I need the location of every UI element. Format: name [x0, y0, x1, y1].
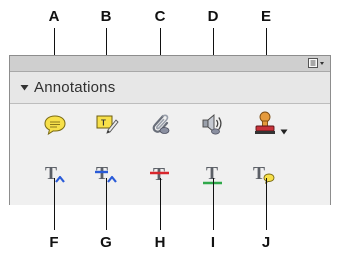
collapse-triangle-icon[interactable]	[19, 83, 29, 93]
stamp-dropdown-icon[interactable]	[280, 122, 288, 135]
svg-text:T: T	[206, 163, 218, 183]
callout-c: C	[154, 8, 166, 25]
callout-j: J	[261, 234, 271, 251]
panel-title: Annotations	[34, 79, 116, 96]
replace-text-icon[interactable]: T	[94, 161, 120, 187]
svg-text:T: T	[101, 119, 106, 128]
sticky-note-icon[interactable]	[42, 112, 68, 138]
add-note-to-text-icon[interactable]: T	[252, 161, 278, 187]
text-edits-icon[interactable]: T	[94, 111, 120, 137]
leader-g	[106, 178, 107, 230]
callout-e: E	[260, 8, 271, 25]
record-audio-icon[interactable]	[200, 111, 226, 137]
callout-f: F	[49, 234, 59, 251]
insert-text-icon[interactable]: T	[42, 161, 68, 187]
stamp-icon[interactable]	[252, 110, 278, 136]
svg-text:T: T	[253, 163, 265, 183]
panel-top-bar	[10, 56, 330, 72]
annotations-figure: A B C D E Annotations T T T T F G H I J	[0, 0, 342, 257]
callout-i: I	[210, 234, 216, 251]
callout-g: G	[100, 234, 112, 251]
attach-file-icon[interactable]	[147, 111, 173, 137]
leader-h	[160, 178, 161, 230]
leader-j	[266, 178, 267, 230]
leader-i	[213, 178, 214, 230]
callout-d: D	[207, 8, 219, 25]
callout-a: A	[48, 8, 60, 25]
leader-f	[54, 178, 55, 230]
panel-options-icon[interactable]	[308, 58, 326, 69]
annotations-panel: Annotations T T T T	[9, 55, 331, 205]
annotations-header[interactable]: Annotations	[10, 72, 330, 104]
svg-text:T: T	[45, 163, 57, 183]
callout-b: B	[100, 8, 112, 25]
callout-h: H	[154, 234, 166, 251]
annotations-tools: T T T T	[10, 104, 330, 205]
